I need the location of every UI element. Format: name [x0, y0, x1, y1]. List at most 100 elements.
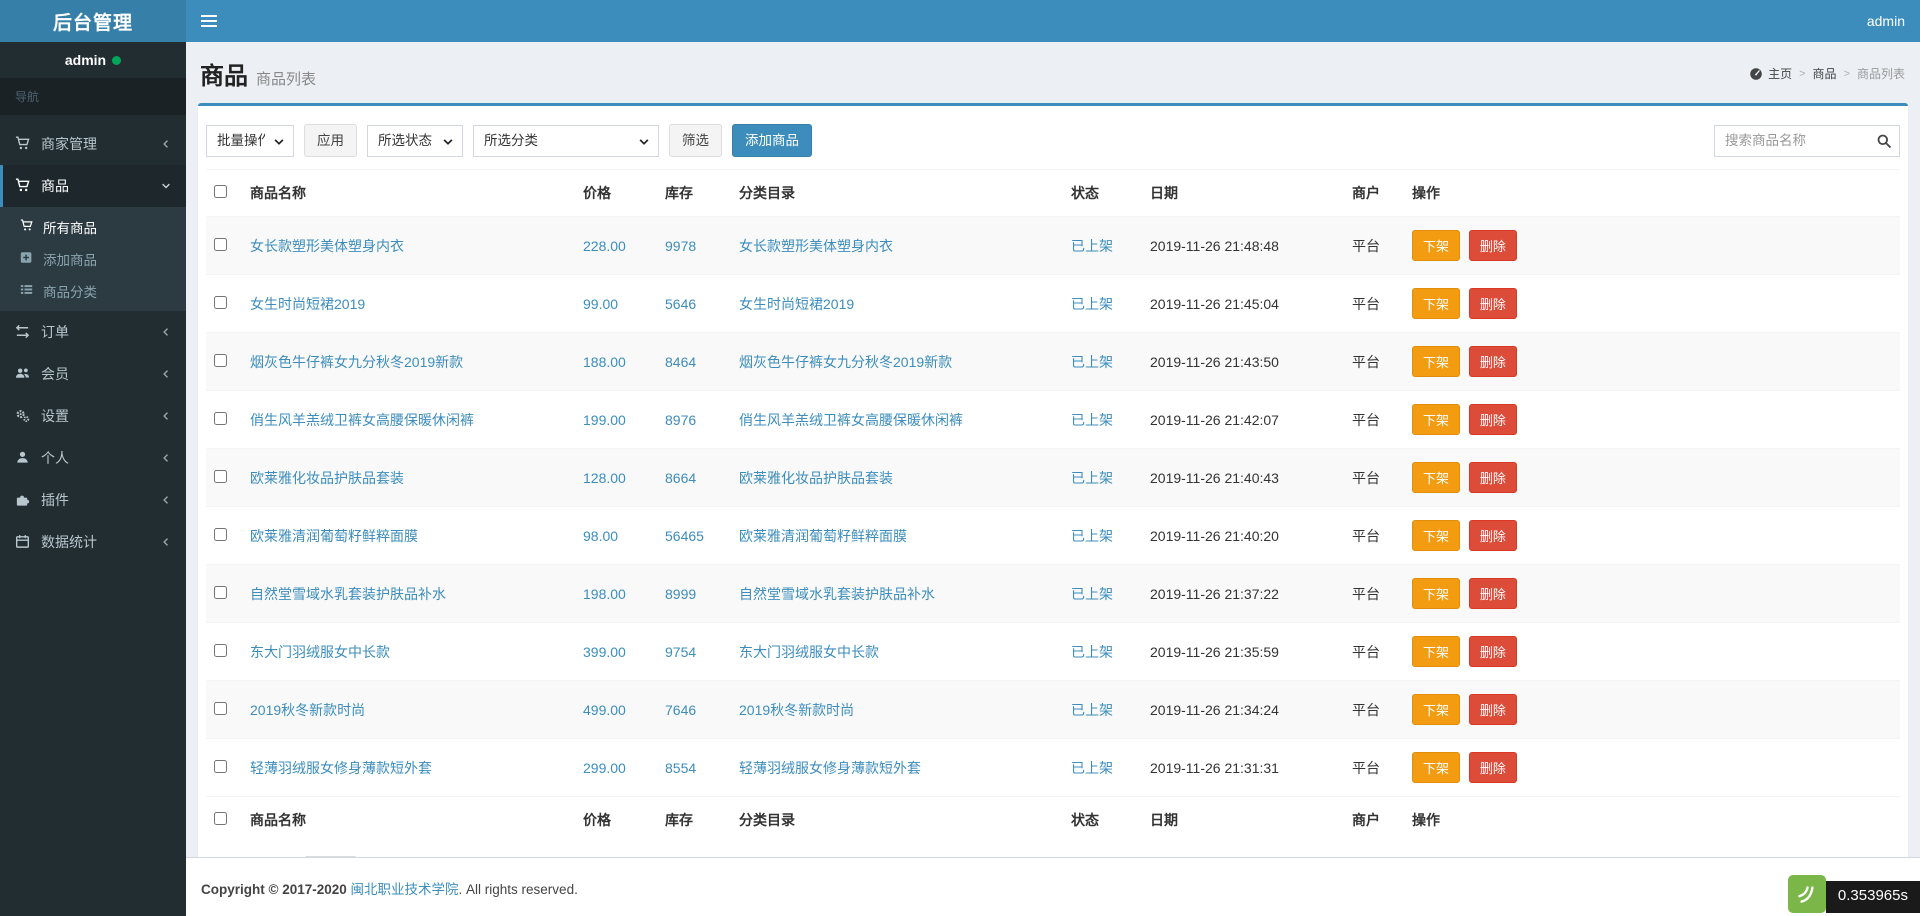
- off-shelf-button[interactable]: 下架: [1412, 462, 1461, 494]
- product-name-link[interactable]: 2019秋冬新款时尚: [250, 702, 365, 718]
- product-category-link[interactable]: 轻薄羽绒服女修身薄款短外套: [739, 760, 921, 776]
- status-badge[interactable]: 已上架: [1071, 702, 1113, 718]
- sidebar-item-merchant-management[interactable]: 商家管理: [0, 123, 186, 165]
- apply-button[interactable]: 应用: [304, 124, 357, 158]
- delete-button[interactable]: 删除: [1468, 404, 1517, 436]
- bulk-action-select[interactable]: 批量操作: [207, 125, 293, 156]
- sidebar-item-profile[interactable]: 个人: [0, 437, 186, 479]
- product-price-link[interactable]: 188.00: [583, 354, 626, 370]
- delete-button[interactable]: 删除: [1468, 346, 1517, 378]
- product-stock-link[interactable]: 8464: [665, 354, 696, 370]
- product-category-link[interactable]: 女长款塑形美体塑身内衣: [739, 238, 893, 254]
- product-stock-link[interactable]: 8664: [665, 470, 696, 486]
- row-checkbox[interactable]: [214, 411, 227, 425]
- product-name-link[interactable]: 烟灰色牛仔裤女九分秋冬2019新款: [250, 354, 463, 370]
- row-checkbox[interactable]: [214, 237, 227, 251]
- sidebar-item-statistics[interactable]: 数据统计: [0, 521, 186, 563]
- off-shelf-button[interactable]: 下架: [1412, 636, 1461, 668]
- product-category-link[interactable]: 欧莱雅清润葡萄籽鲜粹面膜: [739, 528, 907, 544]
- status-badge[interactable]: 已上架: [1071, 586, 1113, 602]
- product-stock-link[interactable]: 9978: [665, 238, 696, 254]
- organization-link[interactable]: 闽北职业技术学院: [351, 882, 459, 897]
- row-checkbox[interactable]: [214, 527, 227, 541]
- off-shelf-button[interactable]: 下架: [1412, 694, 1461, 726]
- delete-button[interactable]: 删除: [1468, 288, 1517, 320]
- delete-button[interactable]: 删除: [1468, 752, 1517, 784]
- product-category-link[interactable]: 女生时尚短裙2019: [739, 296, 854, 312]
- product-price-link[interactable]: 98.00: [583, 528, 618, 544]
- sidebar-item-product-categories[interactable]: 商品分类: [0, 275, 186, 307]
- product-name-link[interactable]: 女长款塑形美体塑身内衣: [250, 238, 404, 254]
- delete-button[interactable]: 删除: [1468, 694, 1517, 726]
- row-checkbox[interactable]: [214, 701, 227, 715]
- product-stock-link[interactable]: 8999: [665, 586, 696, 602]
- status-badge[interactable]: 已上架: [1071, 644, 1113, 660]
- off-shelf-button[interactable]: 下架: [1412, 346, 1461, 378]
- product-category-link[interactable]: 2019秋冬新款时尚: [739, 702, 854, 718]
- status-badge[interactable]: 已上架: [1071, 760, 1113, 776]
- sidebar-item-plugins[interactable]: 插件: [0, 479, 186, 521]
- row-checkbox[interactable]: [214, 759, 227, 773]
- status-badge[interactable]: 已上架: [1071, 470, 1113, 486]
- search-input[interactable]: [1714, 124, 1900, 157]
- product-stock-link[interactable]: 56465: [665, 528, 704, 544]
- delete-button[interactable]: 删除: [1468, 578, 1517, 610]
- off-shelf-button[interactable]: 下架: [1412, 520, 1461, 552]
- product-stock-link[interactable]: 8976: [665, 412, 696, 428]
- status-badge[interactable]: 已上架: [1071, 412, 1113, 428]
- thinkphp-logo-icon[interactable]: [1787, 875, 1826, 913]
- category-select[interactable]: 所选分类: [474, 125, 658, 156]
- row-checkbox[interactable]: [214, 295, 227, 309]
- add-product-button[interactable]: 添加商品: [732, 124, 812, 158]
- product-price-link[interactable]: 228.00: [583, 238, 626, 254]
- off-shelf-button[interactable]: 下架: [1412, 404, 1461, 436]
- product-price-link[interactable]: 399.00: [583, 644, 626, 660]
- search-icon[interactable]: [1876, 133, 1892, 149]
- product-category-link[interactable]: 俏生风羊羔绒卫裤女高腰保暖休闲裤: [739, 412, 963, 428]
- product-name-link[interactable]: 自然堂雪域水乳套装护肤品补水: [250, 586, 446, 602]
- select-all-checkbox-bottom[interactable]: [214, 812, 227, 826]
- status-select[interactable]: 所选状态: [368, 125, 462, 156]
- product-category-link[interactable]: 烟灰色牛仔裤女九分秋冬2019新款: [739, 354, 952, 370]
- delete-button[interactable]: 删除: [1468, 636, 1517, 668]
- product-name-link[interactable]: 女生时尚短裙2019: [250, 296, 365, 312]
- delete-button[interactable]: 删除: [1468, 230, 1517, 262]
- status-badge[interactable]: 已上架: [1071, 528, 1113, 544]
- product-price-link[interactable]: 499.00: [583, 702, 626, 718]
- filter-button[interactable]: 筛选: [669, 124, 722, 158]
- product-name-link[interactable]: 欧莱雅化妆品护肤品套装: [250, 470, 404, 486]
- navbar-user-menu[interactable]: admin: [1852, 0, 1920, 42]
- product-category-link[interactable]: 东大门羽绒服女中长款: [739, 644, 879, 660]
- select-all-checkbox[interactable]: [214, 185, 227, 199]
- product-stock-link[interactable]: 5646: [665, 296, 696, 312]
- product-stock-link[interactable]: 9754: [665, 644, 696, 660]
- row-checkbox[interactable]: [214, 643, 227, 657]
- sidebar-item-settings[interactable]: 设置: [0, 395, 186, 437]
- status-badge[interactable]: 已上架: [1071, 296, 1113, 312]
- off-shelf-button[interactable]: 下架: [1412, 288, 1461, 320]
- product-name-link[interactable]: 轻薄羽绒服女修身薄款短外套: [250, 760, 432, 776]
- row-checkbox[interactable]: [214, 585, 227, 599]
- off-shelf-button[interactable]: 下架: [1412, 752, 1461, 784]
- sidebar-item-all-products[interactable]: 所有商品: [0, 211, 186, 243]
- product-category-link[interactable]: 自然堂雪域水乳套装护肤品补水: [739, 586, 935, 602]
- product-price-link[interactable]: 299.00: [583, 760, 626, 776]
- breadcrumb-home-link[interactable]: 主页: [1768, 65, 1792, 82]
- sidebar-item-members[interactable]: 会员: [0, 353, 186, 395]
- sidebar-item-products[interactable]: 商品 所有商品 添加商品 商品分类: [0, 165, 186, 311]
- product-category-link[interactable]: 欧莱雅化妆品护肤品套装: [739, 470, 893, 486]
- sidebar-toggle-button[interactable]: [186, 0, 232, 42]
- sidebar-item-orders[interactable]: 订单: [0, 311, 186, 353]
- sidebar-item-add-product[interactable]: 添加商品: [0, 243, 186, 275]
- app-logo[interactable]: 后台管理: [0, 0, 186, 42]
- product-name-link[interactable]: 俏生风羊羔绒卫裤女高腰保暖休闲裤: [250, 412, 474, 428]
- row-checkbox[interactable]: [214, 469, 227, 483]
- product-stock-link[interactable]: 8554: [665, 760, 696, 776]
- status-badge[interactable]: 已上架: [1071, 354, 1113, 370]
- product-name-link[interactable]: 东大门羽绒服女中长款: [250, 644, 390, 660]
- off-shelf-button[interactable]: 下架: [1412, 230, 1461, 262]
- status-badge[interactable]: 已上架: [1071, 238, 1113, 254]
- product-name-link[interactable]: 欧莱雅清润葡萄籽鲜粹面膜: [250, 528, 418, 544]
- product-price-link[interactable]: 99.00: [583, 296, 618, 312]
- delete-button[interactable]: 删除: [1468, 520, 1517, 552]
